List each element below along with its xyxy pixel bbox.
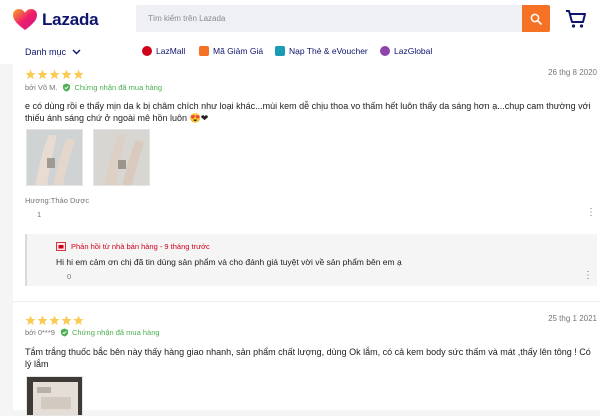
voucher-icon: [199, 46, 209, 56]
nav-item-label: Nạp Thẻ & eVoucher: [289, 46, 368, 56]
star-icon: [25, 315, 36, 326]
rating-stars: [25, 69, 84, 80]
seller-reply-text: Hi hi em cảm ơn chị đã tin dùng sản phẩm…: [56, 257, 402, 267]
star-icon: [49, 315, 60, 326]
nav-item-topup[interactable]: Nạp Thẻ & eVoucher: [275, 46, 368, 56]
search-input[interactable]: [136, 5, 522, 32]
topup-icon: [275, 46, 285, 56]
star-icon: [37, 315, 48, 326]
review-photo[interactable]: [93, 129, 150, 186]
review-author-row: bởi 0***9 Chứng nhận đã mua hàng: [25, 328, 160, 337]
photo-thumbnail: [27, 130, 82, 185]
review-date: 26 thg 8 2020: [548, 68, 597, 77]
review-date: 25 thg 1 2021: [548, 314, 597, 323]
photo-thumbnail: [27, 377, 82, 415]
verified-badge: Chứng nhận đã mua hàng: [62, 83, 162, 92]
shield-check-icon: [63, 83, 71, 92]
review-photo[interactable]: [26, 129, 83, 186]
nav-item-lazmall[interactable]: LazMall: [142, 46, 185, 56]
category-menu[interactable]: Danh mục: [25, 47, 81, 57]
lazada-heart-icon: [13, 9, 37, 30]
search-icon: [530, 13, 542, 25]
shield-check-icon: [60, 328, 68, 337]
logo-text: Lazada: [42, 10, 99, 29]
reviews-panel: 26 thg 8 2020 bởi Võ M. Chứng nhận đã mu…: [13, 64, 600, 416]
review-divider: [13, 301, 600, 302]
review-author: bởi 0***9: [25, 328, 55, 337]
photo-thumbnail: [94, 130, 149, 185]
more-options-icon[interactable]: ⋮: [586, 207, 596, 218]
more-options-icon[interactable]: ⋮: [583, 270, 593, 281]
star-icon: [73, 69, 84, 80]
review-author: bởi Võ M.: [25, 83, 58, 92]
star-icon: [25, 69, 36, 80]
nav-item-voucher[interactable]: Mã Giảm Giá: [199, 46, 263, 56]
verified-label: Chứng nhận đã mua hàng: [74, 83, 163, 92]
lazglobal-icon: [380, 46, 390, 56]
product-variant: Hương:Thảo Dược: [25, 196, 90, 205]
rating-stars: [25, 315, 84, 326]
review-author-row: bởi Võ M. Chứng nhận đã mua hàng: [25, 83, 162, 92]
lazmall-icon: [142, 46, 152, 56]
star-icon: [49, 69, 60, 80]
review-content: e có dùng rồi e thấy mịn da k bị châm ch…: [25, 101, 591, 123]
review-photo[interactable]: [26, 376, 83, 416]
search-button[interactable]: [522, 5, 550, 32]
search-bar: [136, 5, 550, 32]
like-button[interactable]: 1: [25, 210, 41, 219]
star-icon: [37, 69, 48, 80]
like-count: 1: [37, 210, 42, 219]
nav-item-label: LazMall: [156, 46, 186, 56]
review-content: Tắm trắng thuốc bắc bên này thấy hàng gi…: [25, 347, 591, 369]
seller-reply-title: Phản hồi từ nhà bán hàng - 9 tháng trước: [71, 242, 210, 251]
seller-reply-like-count[interactable]: 0: [67, 272, 71, 281]
lazada-logo[interactable]: Lazada: [12, 8, 99, 32]
nav-item-lazglobal[interactable]: LazGlobal: [380, 46, 432, 56]
category-label: Danh mục: [25, 47, 67, 57]
nav-item-label: LazGlobal: [394, 46, 433, 56]
main-nav: Danh mục LazMall Mã Giảm Giá Nạp Thẻ & e…: [0, 42, 600, 62]
cart-icon[interactable]: [565, 9, 587, 29]
star-icon: [61, 69, 72, 80]
chevron-down-icon: [72, 49, 81, 55]
nav-item-label: Mã Giảm Giá: [213, 46, 264, 56]
verified-label: Chứng nhận đã mua hàng: [71, 328, 160, 337]
shop-icon: [56, 242, 66, 251]
star-icon: [61, 315, 72, 326]
top-header: Lazada Danh mục LazMall Mã Giảm Giá: [0, 0, 600, 64]
seller-reply-header: Phản hồi từ nhà bán hàng - 9 tháng trước: [56, 242, 210, 251]
star-icon: [73, 315, 84, 326]
verified-badge: Chứng nhận đã mua hàng: [60, 328, 160, 337]
seller-reply: Phản hồi từ nhà bán hàng - 9 tháng trước…: [25, 234, 597, 286]
